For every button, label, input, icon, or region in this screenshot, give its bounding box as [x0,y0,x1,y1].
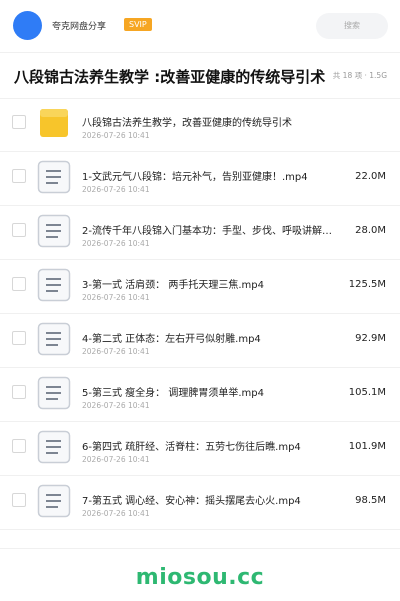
file-list: 八段锦古法养生教学，改善亚健康的传统导引术 2026-07-26 10:41 1-文… [0,98,400,530]
list-item[interactable]: 3-第一式 活肩颈： 两手托天理三焦.mp4 2026-07-26 10:41 12… [0,260,400,314]
svip-badge[interactable]: SVIP [124,18,152,31]
file-date: 2026-07-26 10:41 [82,509,150,518]
file-name[interactable]: 7-第五式 调心经、安心神：摇头摆尾去心火.mp4 [82,492,356,507]
file-name[interactable]: 八段锦古法养生教学，改善亚健康的传统导引术 [82,114,372,129]
file-size: 92.9M [355,333,386,344]
file-size: 98.5M [355,495,386,506]
file-name[interactable]: 2-流传千年八段锦入门基本功：手型、步伐、呼吸讲解… [82,222,356,237]
file-date: 2026-07-26 10:41 [82,131,150,140]
file-size: 101.9M [348,441,386,452]
folder-icon [37,106,71,140]
file-icon [37,430,71,464]
file-name[interactable]: 1-文武元气八段锦：培元补气，告别亚健康！.mp4 [82,168,356,183]
list-item[interactable]: 4-第二式 正体态：左右开弓似射雕.mp4 2026-07-26 10:41 92.… [0,314,400,368]
list-item[interactable]: 5-第三式 瘦全身： 调理脾胃须单举.mp4 2026-07-26 10:41 10… [0,368,400,422]
file-date: 2026-07-26 10:41 [82,239,150,248]
list-item[interactable]: 7-第五式 调心经、安心神：摇头摆尾去心火.mp4 2026-07-26 10:4… [0,476,400,530]
file-icon [37,322,71,356]
file-name[interactable]: 4-第二式 正体态：左右开弓似射雕.mp4 [82,330,356,345]
search-input[interactable]: 搜索 [316,13,388,39]
select-checkbox[interactable] [12,115,26,129]
file-icon [37,160,71,194]
select-checkbox[interactable] [12,169,26,183]
top-bar: 夸克网盘分享 SVIP 搜索 [0,0,400,53]
avatar[interactable] [13,11,42,40]
list-item[interactable]: 6-第四式 疏肝经、活脊柱：五劳七伤往后瞧.mp4 2026-07-26 10:4… [0,422,400,476]
file-name[interactable]: 5-第三式 瘦全身： 调理脾胃须单举.mp4 [82,384,356,399]
select-checkbox[interactable] [12,439,26,453]
list-item[interactable]: 八段锦古法养生教学，改善亚健康的传统导引术 2026-07-26 10:41 [0,98,400,152]
file-icon [37,268,71,302]
file-date: 2026-07-26 10:41 [82,455,150,464]
select-checkbox[interactable] [12,385,26,399]
select-checkbox[interactable] [12,493,26,507]
watermark: miosou.cc [135,565,265,590]
file-date: 2026-07-26 10:41 [82,293,150,302]
select-checkbox[interactable] [12,331,26,345]
file-date: 2026-07-26 10:41 [82,401,150,410]
file-icon [37,376,71,410]
file-date: 2026-07-26 10:41 [82,185,150,194]
file-name[interactable]: 3-第一式 活肩颈： 两手托天理三焦.mp4 [82,276,356,291]
file-size: 28.0M [355,225,386,236]
file-icon [37,484,71,518]
file-size: 105.1M [348,387,386,398]
select-checkbox[interactable] [12,223,26,237]
page-title: 八段锦古法养生教学 :改善亚健康的传统导引术 [14,68,326,86]
share-header: 八段锦古法养生教学 :改善亚健康的传统导引术 共 18 项 · 1.5G [0,52,400,99]
file-size: 125.5M [348,279,386,290]
list-item[interactable]: 2-流传千年八段锦入门基本功：手型、步伐、呼吸讲解… 2026-07-26 10:… [0,206,400,260]
select-checkbox[interactable] [12,277,26,291]
file-size: 22.0M [355,171,386,182]
file-date: 2026-07-26 10:41 [82,347,150,356]
file-icon [37,214,71,248]
list-item[interactable]: 1-文武元气八段锦：培元补气，告别亚健康！.mp4 2026-07-26 10:4… [0,152,400,206]
file-name[interactable]: 6-第四式 疏肝经、活脊柱：五劳七伤往后瞧.mp4 [82,438,356,453]
share-meta: 共 18 项 · 1.5G [332,71,387,80]
brand-name: 夸克网盘分享 [52,22,107,32]
footer: miosou.cc [0,548,400,601]
